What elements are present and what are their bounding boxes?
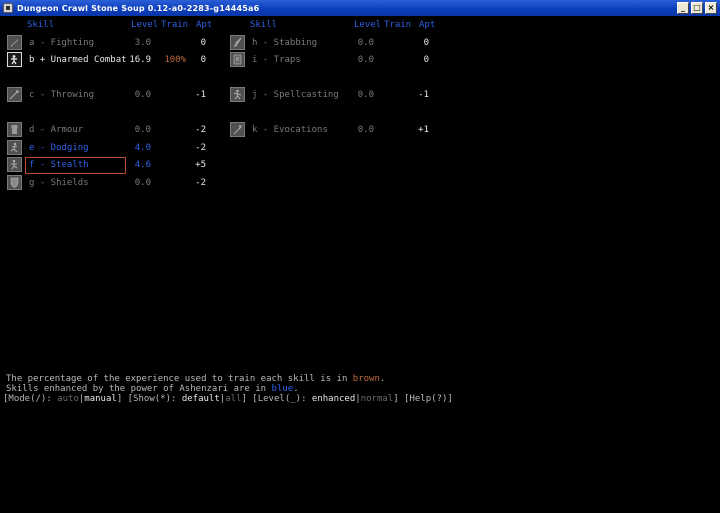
mode-auto-option[interactable]: auto — [57, 394, 79, 404]
skill-name[interactable]: j - Spellcasting — [252, 90, 339, 100]
skill-level: 4.0 — [134, 143, 151, 153]
minimize-button[interactable]: _ — [677, 2, 689, 14]
skill-level: 0.0 — [134, 90, 151, 100]
skill-apt: -1 — [418, 90, 429, 100]
skill-apt: -1 — [195, 90, 206, 100]
spellbook-icon — [230, 87, 245, 102]
shield-icon — [7, 175, 22, 190]
dodge-icon — [7, 140, 22, 155]
skill-name[interactable]: i - Traps — [252, 55, 301, 65]
header-apt-right: Apt — [419, 20, 436, 30]
level-normal-option[interactable]: normal — [361, 394, 394, 404]
skill-apt: 0 — [200, 38, 206, 48]
skill-level: 0.0 — [134, 125, 151, 135]
maximize-button[interactable]: □ — [691, 2, 703, 14]
footer-train-note: The percentage of the experience used to… — [6, 374, 386, 384]
header-train-right: Train — [384, 20, 412, 30]
skill-level: 0.0 — [357, 125, 374, 135]
header-level-left: Level — [131, 20, 159, 30]
selection-highlight — [25, 157, 126, 174]
skill-apt: +1 — [418, 125, 429, 135]
window-title: Dungeon Crawl Stone Soup 0.12-a0-2283-g1… — [17, 3, 260, 13]
skill-name[interactable]: e - Dodging — [29, 143, 89, 153]
header-apt-left: Apt — [196, 20, 213, 30]
skill-level: 3.0 — [134, 38, 151, 48]
skill-apt: 0 — [423, 55, 429, 65]
header-skill-left: Skill — [27, 20, 55, 30]
skill-name[interactable]: h - Stabbing — [252, 38, 317, 48]
fist-icon — [7, 52, 22, 67]
skill-name[interactable]: k - Evocations — [252, 125, 328, 135]
skill-apt: -2 — [195, 143, 206, 153]
skill-apt: -2 — [195, 125, 206, 135]
window-titlebar[interactable]: Dungeon Crawl Stone Soup 0.12-a0-2283-g1… — [0, 0, 720, 16]
header-level-right: Level — [354, 20, 382, 30]
skill-name[interactable]: g - Shields — [29, 178, 89, 188]
close-button[interactable]: × — [705, 2, 717, 14]
level-enhanced-option[interactable]: enhanced — [312, 394, 355, 404]
armour-icon — [7, 122, 22, 137]
skill-apt: +5 — [195, 160, 206, 170]
skill-level: 0.0 — [134, 178, 151, 188]
footer-controls: [Mode(/): auto|manual] [Show(*): default… — [3, 394, 453, 404]
sword-icon — [7, 35, 22, 50]
wand-icon — [230, 122, 245, 137]
show-default-option[interactable]: default — [182, 394, 220, 404]
help-option[interactable]: ] [Help(?)] — [393, 394, 453, 404]
dart-icon — [7, 87, 22, 102]
skill-name[interactable]: b + Unarmed Combat — [29, 55, 127, 65]
header-train-left: Train — [161, 20, 189, 30]
app-icon — [3, 3, 13, 13]
skill-level: 0.0 — [357, 38, 374, 48]
footer-enhanced-note: Skills enhanced by the power of Ashenzar… — [6, 384, 299, 394]
skill-name[interactable]: a - Fighting — [29, 38, 94, 48]
skill-level: 0.0 — [357, 90, 374, 100]
skill-level: 0.0 — [357, 55, 374, 65]
skill-level: 16.9 — [129, 55, 151, 65]
dagger-icon — [230, 35, 245, 50]
skill-apt: 0 — [200, 55, 206, 65]
header-skill-right: Skill — [250, 20, 278, 30]
trap-icon — [230, 52, 245, 67]
skill-name[interactable]: d - Armour — [29, 125, 83, 135]
skill-level: 4.6 — [134, 160, 151, 170]
show-all-option[interactable]: all — [225, 394, 241, 404]
skill-apt: -2 — [195, 178, 206, 188]
skill-train: 100% — [164, 55, 186, 65]
skill-apt: 0 — [423, 38, 429, 48]
stealth-icon — [7, 157, 22, 172]
skill-name[interactable]: c - Throwing — [29, 90, 94, 100]
mode-manual-option[interactable]: manual — [84, 394, 117, 404]
